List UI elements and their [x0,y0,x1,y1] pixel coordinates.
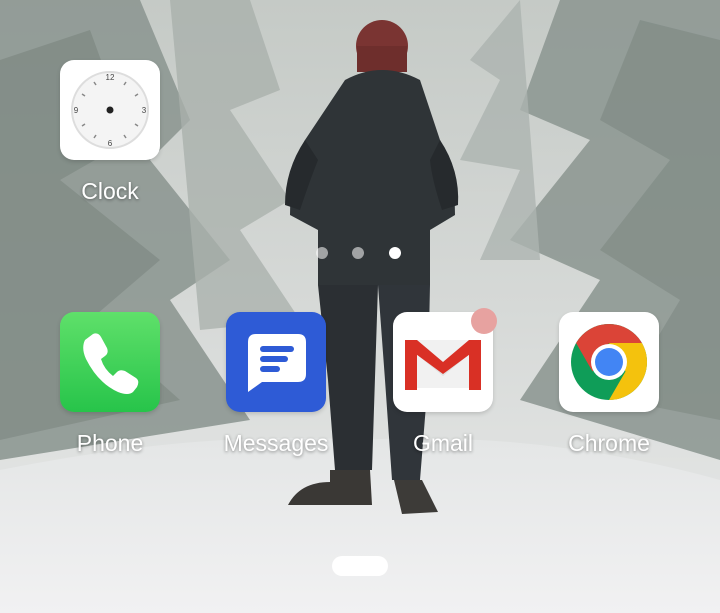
home-gesture-pill[interactable] [332,556,388,576]
app-label-phone: Phone [76,430,144,456]
app-label-gmail: Gmail [412,430,474,456]
app-chrome[interactable]: Chrome [549,312,669,457]
app-label-chrome: Chrome [568,430,650,456]
home-screen: 12 3 6 9 Clock Phone Messages Gmail Chro… [0,0,720,613]
gmail-icon [393,308,497,412]
app-label-clock: Clock [81,178,139,204]
page-dot-active[interactable] [389,247,401,259]
phone-icon [60,312,160,412]
app-messages[interactable]: Messages [216,312,336,457]
app-label-messages: Messages [223,430,329,456]
svg-text:9: 9 [74,106,79,115]
svg-text:6: 6 [108,139,113,148]
svg-text:12: 12 [106,73,115,82]
notification-badge [471,308,497,334]
page-indicator [316,246,406,260]
page-dot[interactable] [352,247,364,259]
page-dot[interactable] [316,247,328,259]
chrome-icon [559,312,659,412]
svg-text:3: 3 [142,106,147,115]
messages-icon [226,312,326,412]
app-clock[interactable]: 12 3 6 9 Clock [50,60,170,205]
app-phone[interactable]: Phone [50,312,170,457]
clock-icon: 12 3 6 9 [60,60,160,160]
app-gmail[interactable]: Gmail [383,308,503,457]
